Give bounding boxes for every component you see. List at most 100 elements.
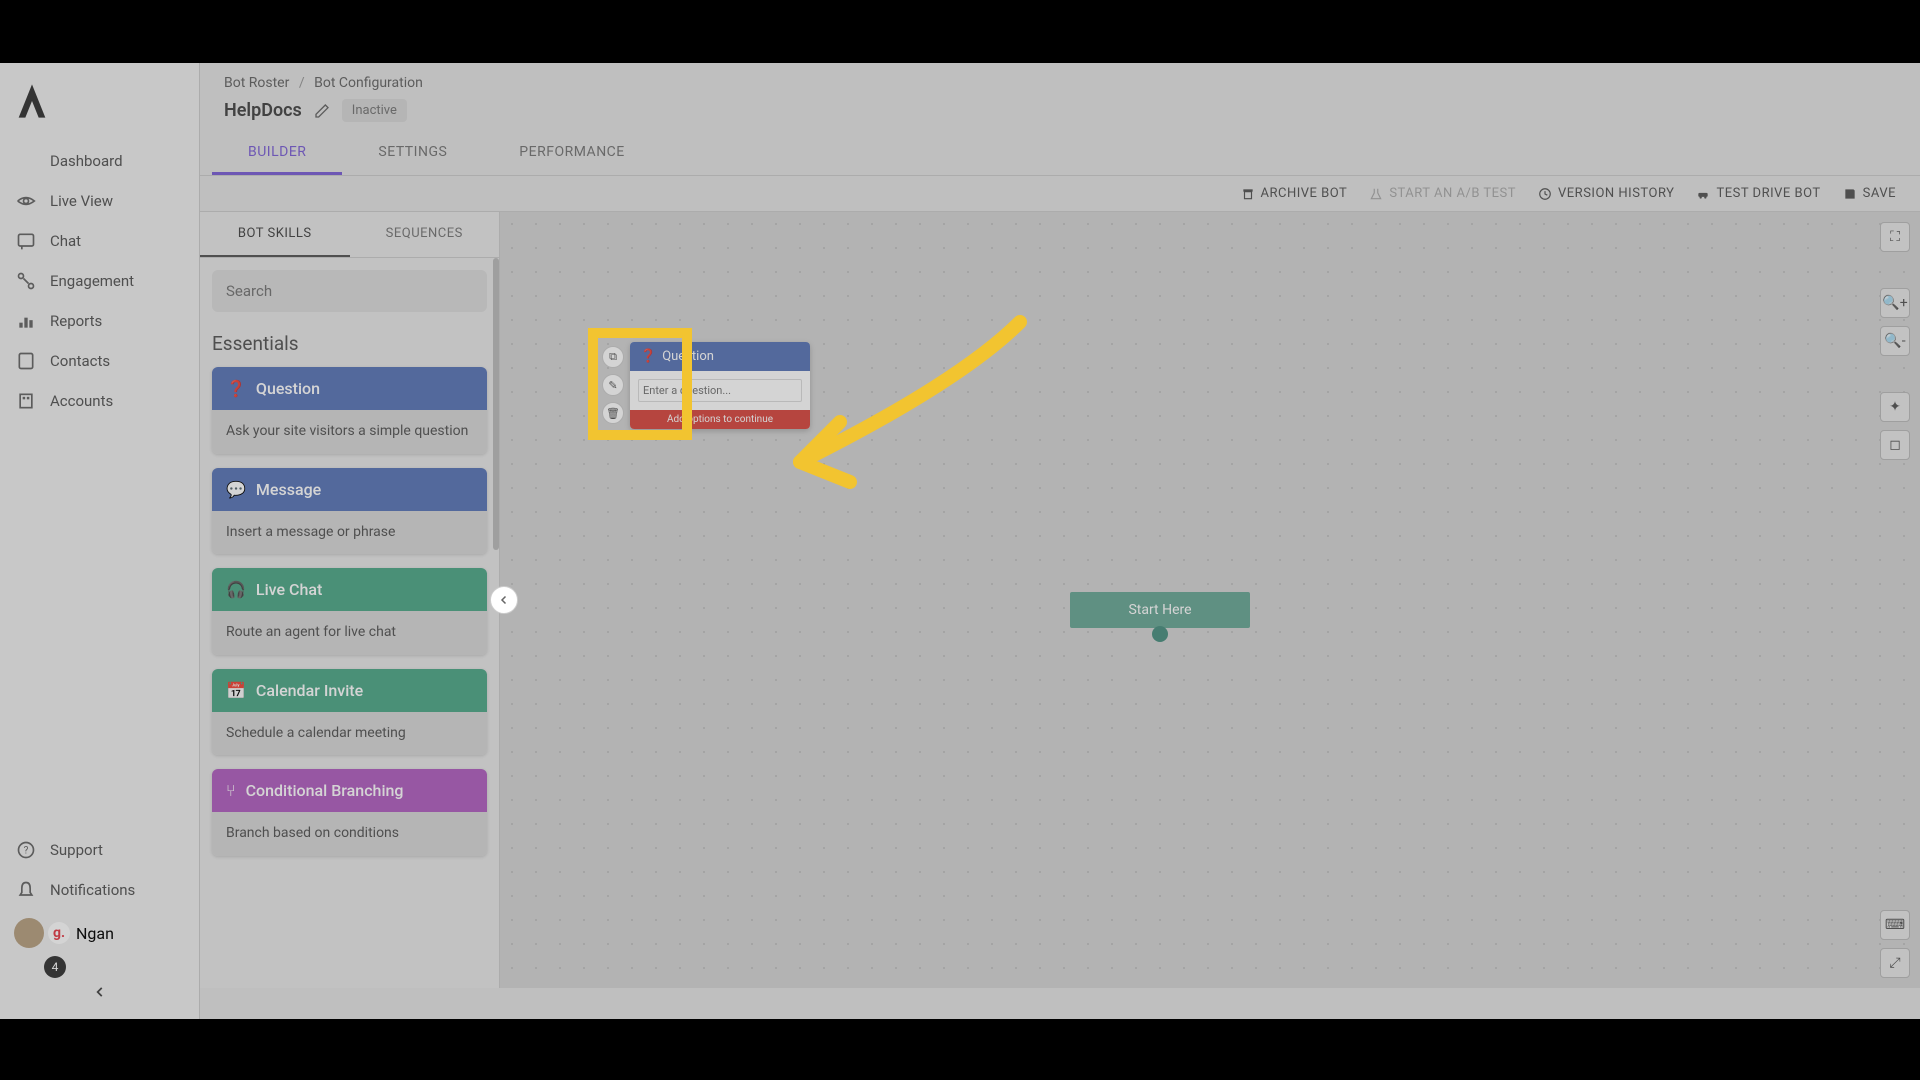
nav-label: Accounts: [50, 392, 113, 410]
skill-question[interactable]: ❓Question Ask your site visitors a simpl…: [212, 367, 487, 454]
nav-label: Engagement: [50, 272, 134, 290]
question-icon: ❓: [640, 349, 656, 364]
headset-icon: 🎧: [226, 580, 246, 599]
tab-sequences[interactable]: SEQUENCES: [350, 212, 500, 257]
nav-label: Contacts: [50, 352, 110, 370]
node-question-input[interactable]: [638, 379, 802, 402]
pencil-icon[interactable]: [314, 103, 330, 119]
panel-collapse-button[interactable]: [490, 586, 518, 614]
history-icon: [1538, 187, 1552, 201]
calendar-icon: 📅: [226, 681, 246, 700]
archive-bot-button[interactable]: ARCHIVE BOT: [1241, 186, 1348, 201]
question-node[interactable]: ❓Question Add options to continue: [630, 342, 810, 429]
nav-label: Live View: [50, 192, 113, 210]
bot-title: HelpDocs: [224, 100, 302, 121]
fullscreen-button[interactable]: ⛶: [1880, 222, 1910, 252]
nav-reports[interactable]: Reports: [0, 301, 199, 341]
building-icon: [16, 391, 36, 411]
flask-icon: [1369, 187, 1383, 201]
breadcrumb-root[interactable]: Bot Roster: [224, 75, 289, 91]
save-button[interactable]: SAVE: [1843, 186, 1896, 201]
main-tabs: BUILDER SETTINGS PERFORMANCE: [200, 132, 1920, 176]
nav-engagement[interactable]: Engagement: [0, 261, 199, 301]
user-profile[interactable]: g. Ngan: [0, 910, 199, 956]
branch-icon: ⑂: [226, 781, 236, 800]
message-icon: 💬: [226, 480, 246, 499]
nav-label: Notifications: [50, 881, 135, 899]
fit-icon: ◻: [1889, 437, 1901, 453]
keyboard-icon: ⌨: [1885, 917, 1905, 933]
nav-label: Dashboard: [50, 152, 123, 170]
skill-live-chat[interactable]: 🎧Live Chat Route an agent for live chat: [212, 568, 487, 655]
chevron-left-icon: [93, 985, 107, 999]
user-name: Ngan: [76, 924, 114, 943]
main-content: Bot Roster / Bot Configuration HelpDocs …: [200, 63, 1920, 1019]
skills-panel: BOT SKILLS SEQUENCES Essentials ❓Questio…: [200, 212, 500, 988]
sidebar: Dashboard Live View Chat Engagement Repo…: [0, 63, 200, 1019]
section-heading: Essentials: [212, 332, 487, 355]
zoom-in-icon: 🔍+: [1882, 295, 1907, 311]
snap-button[interactable]: ✦: [1880, 392, 1910, 422]
node-copy-button[interactable]: ⧉: [602, 346, 624, 368]
eye-icon: [16, 191, 36, 211]
nav-notifications[interactable]: Notifications: [0, 870, 199, 910]
toolbar: ARCHIVE BOT START AN A/B TEST VERSION HI…: [200, 176, 1920, 212]
save-icon: [1843, 187, 1857, 201]
notification-count: 4: [44, 956, 66, 978]
zoom-in-button[interactable]: 🔍+: [1880, 288, 1910, 318]
zoom-out-icon: 🔍-: [1884, 333, 1905, 349]
breadcrumb-current: Bot Configuration: [314, 75, 423, 91]
question-icon: ❓: [226, 379, 246, 398]
node-warning: Add options to continue: [630, 410, 810, 429]
start-node-connector[interactable]: [1152, 626, 1168, 642]
expand-view-button[interactable]: ⤢: [1880, 948, 1910, 978]
expand-icon: ⛶: [1890, 229, 1900, 245]
start-node[interactable]: Start Here: [1070, 592, 1250, 628]
tab-settings[interactable]: SETTINGS: [342, 132, 483, 175]
node-delete-button[interactable]: 🗑: [602, 402, 624, 424]
skill-conditional-branching[interactable]: ⑂Conditional Branching Branch based on c…: [212, 769, 487, 856]
nav-label: Reports: [50, 312, 102, 330]
dashboard-icon: [16, 151, 36, 171]
tab-performance[interactable]: PERFORMANCE: [483, 132, 660, 175]
fit-button[interactable]: ◻: [1880, 430, 1910, 460]
scrollbar[interactable]: [493, 258, 499, 550]
ab-test-button: START AN A/B TEST: [1369, 186, 1516, 201]
help-icon: ?: [16, 840, 36, 860]
contacts-icon: [16, 351, 36, 371]
app-badge: g.: [48, 922, 70, 944]
node-edit-button[interactable]: ✎: [602, 374, 624, 396]
skill-message[interactable]: 💬Message Insert a message or phrase: [212, 468, 487, 555]
brand-logo: [12, 81, 52, 121]
tab-builder[interactable]: BUILDER: [212, 132, 342, 175]
test-drive-button[interactable]: TEST DRIVE BOT: [1696, 186, 1820, 201]
nav-live-view[interactable]: Live View: [0, 181, 199, 221]
skill-calendar-invite[interactable]: 📅Calendar Invite Schedule a calendar mee…: [212, 669, 487, 756]
search-input[interactable]: [212, 270, 487, 312]
nav-label: Chat: [50, 232, 81, 250]
snap-icon: ✦: [1889, 399, 1901, 415]
nav-chat[interactable]: Chat: [0, 221, 199, 261]
nav-support[interactable]: ? Support: [0, 830, 199, 870]
chat-icon: [16, 231, 36, 251]
status-badge: Inactive: [342, 99, 407, 122]
avatar: [14, 918, 44, 948]
nav-dashboard[interactable]: Dashboard: [0, 141, 199, 181]
copy-icon: ⧉: [609, 350, 617, 364]
trash-icon: 🗑: [606, 407, 620, 420]
version-history-button[interactable]: VERSION HISTORY: [1538, 186, 1674, 201]
zoom-out-button[interactable]: 🔍-: [1880, 326, 1910, 356]
pencil-icon: ✎: [608, 379, 617, 392]
tab-bot-skills[interactable]: BOT SKILLS: [200, 212, 350, 257]
keyboard-button[interactable]: ⌨: [1880, 910, 1910, 940]
breadcrumb: Bot Roster / Bot Configuration: [200, 63, 1920, 95]
nav-label: Support: [50, 841, 103, 859]
archive-icon: [1241, 187, 1255, 201]
bell-icon: [16, 880, 36, 900]
canvas[interactable]: Start Here ⧉ ✎ 🗑 ❓Question Add options t…: [500, 212, 1920, 988]
nav-accounts[interactable]: Accounts: [0, 381, 199, 421]
sidebar-collapse[interactable]: [0, 978, 199, 1009]
svg-text:?: ?: [24, 845, 29, 856]
nav-contacts[interactable]: Contacts: [0, 341, 199, 381]
chevron-left-icon: [498, 594, 510, 606]
